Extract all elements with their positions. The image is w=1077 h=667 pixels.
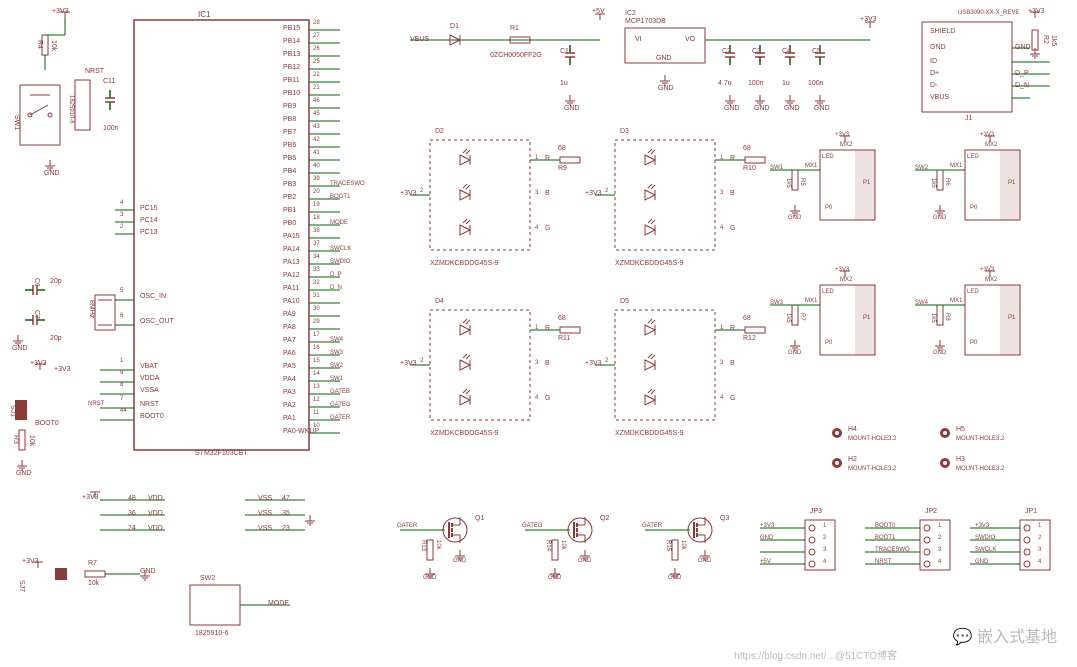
usb-dm: D- [930, 82, 937, 89]
vssl2: VSS [258, 510, 272, 517]
c2: C2 [722, 48, 731, 55]
gnd-sj7: GND [140, 568, 156, 575]
5v: +5V [592, 8, 605, 15]
c4v: 1u [782, 80, 790, 87]
watermark2: https://blog.csdn.net/...@51CTO博客 [734, 647, 897, 662]
gnd-1: GND [44, 170, 60, 177]
gnd-c4: GND [784, 105, 800, 112]
vssl3: VSS [258, 525, 272, 532]
gnd-3: GND [16, 470, 32, 477]
usb-dp: D+ [930, 70, 939, 77]
boot0-net: BOOT0 [35, 420, 59, 427]
sw2: SW2 [200, 575, 215, 582]
h3p: MOUNT-HOLE3.2 [956, 466, 1004, 472]
usb-vbus: VBUS [930, 94, 949, 101]
y1: 8MHz [88, 300, 95, 318]
c3v: 100n [748, 80, 764, 87]
vddl3: VDD [148, 525, 163, 532]
usb-id: ID [930, 58, 937, 65]
h5p: MOUNT-HOLE3.2 [956, 436, 1004, 442]
usb-dm-net: D_N [1015, 82, 1029, 89]
gnd-c3: GND [754, 105, 770, 112]
sj7: SJ7 [18, 580, 25, 592]
c1v: 1u [560, 80, 568, 87]
gnd-ic2: GND [658, 85, 674, 92]
usb-gnd-net: GND [1015, 44, 1031, 51]
gnd-2: GND [12, 345, 28, 352]
sw1-part: 1825910-6 [68, 95, 74, 124]
sw1-ref: SW1 [13, 115, 20, 130]
c1: C1 [560, 48, 569, 55]
r3: R3 [12, 435, 19, 444]
sj1: SJ1 [9, 405, 16, 417]
3v3-2: +3V3 [30, 360, 47, 367]
vdd3: 24 [128, 525, 136, 532]
3v3-sj7: +3V3 [22, 558, 39, 565]
r2v: 1k5 [1050, 35, 1057, 46]
h4p: MOUNT-HOLE3.2 [848, 436, 896, 442]
h2p: MOUNT-HOLE3.2 [848, 466, 896, 472]
gnd-c2: GND [724, 105, 740, 112]
vddl2: VDD [148, 510, 163, 517]
c11-val: 100n [103, 125, 119, 132]
vddl: VDD [148, 495, 163, 502]
c6: C6 [33, 278, 40, 287]
ic2-gnd: GND [656, 55, 672, 62]
rail-3v3-1: +3V3 [52, 8, 69, 15]
schematic-canvas [0, 0, 1077, 667]
usb-gnd: GND [930, 44, 946, 51]
vss1: 47 [282, 495, 290, 502]
vss3: 23 [282, 525, 290, 532]
r7: R7 [88, 560, 97, 567]
usb-shield: SHIELD [930, 28, 955, 35]
usb-dp-net: D_P [1015, 70, 1029, 77]
h5: H5 [956, 426, 965, 433]
r1: R1 [510, 25, 519, 32]
3v3-vdd: +3V3 [82, 494, 99, 501]
h2: H2 [848, 456, 857, 463]
watermark: 💬 嵌入式基地 [953, 623, 1057, 647]
c7v: 20p [50, 335, 62, 342]
sw2net: MODE [268, 600, 289, 607]
c2v: 4.7u [718, 80, 732, 87]
3v3-usb: +3V3 [1028, 8, 1045, 15]
ic1-part: STM32F103CBT [195, 450, 248, 457]
vss2: 35 [282, 510, 290, 517]
ic2-part: MCP1703DB [625, 18, 666, 25]
d1: D1 [450, 23, 459, 30]
ic1-ref: IC1 [198, 10, 210, 19]
r2: R2 [1042, 35, 1049, 44]
h3: H3 [956, 456, 965, 463]
r3v: 10k [28, 435, 35, 446]
gnd-c5: GND [814, 105, 830, 112]
c5v: 100n [808, 80, 824, 87]
c7: C7 [33, 310, 40, 319]
sw2p: 1825910-6 [195, 630, 228, 637]
ic2-ref: IC2 [625, 10, 636, 17]
3v3-out: +3V3 [860, 16, 877, 23]
gnd-c1: GND [564, 105, 580, 112]
c3: C3 [752, 48, 761, 55]
c4: C4 [782, 48, 791, 55]
r4-ref: R4 [36, 40, 43, 49]
r4-val: 10k [50, 40, 57, 51]
c5: C5 [812, 48, 821, 55]
r1-part: 0ZCH0050FF2G [490, 52, 542, 59]
r7v: 10k [88, 580, 99, 587]
nrst-net: NRST [85, 68, 104, 75]
h4: H4 [848, 426, 857, 433]
vdd1: 48 [128, 495, 136, 502]
3v3-3: +3V3 [54, 366, 71, 373]
c11-ref: C11 [103, 78, 115, 85]
ic2-vi: VI [635, 36, 642, 43]
ic2-vo: VO [685, 36, 695, 43]
vbus-label: VBUS [410, 36, 429, 43]
vssl: VSS [258, 495, 272, 502]
c6v: 20p [50, 278, 62, 285]
usb-j1: J1 [965, 115, 972, 122]
usb-part: USB3090-XX-X_REVE [958, 10, 1019, 16]
vdd2: 36 [128, 510, 136, 517]
